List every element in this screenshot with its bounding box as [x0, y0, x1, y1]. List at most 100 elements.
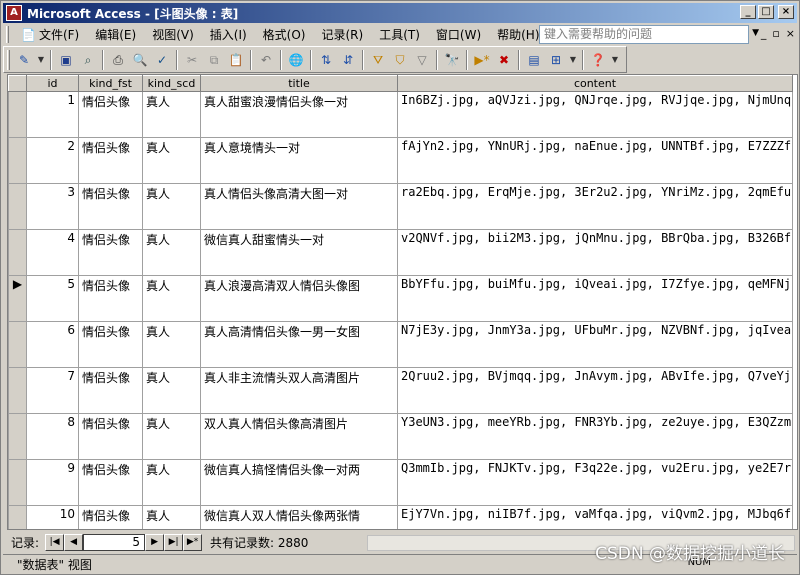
cell-kind-scd[interactable]: 真人	[142, 505, 201, 529]
cell-content[interactable]: ra2Ebq.jpg, ErqMje.jpg, 3Er2u2.jpg, YNri…	[397, 183, 793, 230]
table-row[interactable]: ▶ 5 情侣头像 真人 真人浪漫高清双人情侣头像图 BbYFfu.jpg, buiMfu.…	[8, 275, 793, 322]
next-record-button[interactable]: ▶	[145, 534, 165, 551]
cell-kind-fst[interactable]: 情侣头像	[78, 505, 143, 529]
apply-filter-icon[interactable]: ▽	[411, 49, 433, 71]
print-icon[interactable]: ⎙	[107, 49, 129, 71]
record-selector[interactable]	[8, 505, 27, 529]
cell-id[interactable]: 8	[26, 413, 79, 460]
cell-content[interactable]: Q3mmIb.jpg, FNJKTv.jpg, F3q22e.jpg, vu2E…	[397, 459, 793, 506]
sort-asc-icon[interactable]: ⇅	[315, 49, 337, 71]
filter-form-icon[interactable]: ⛉	[389, 49, 411, 71]
table-row[interactable]: 1 情侣头像 真人 真人甜蜜浪漫情侣头像一对 In6BZj.jpg, aQVJzi.jp…	[8, 91, 793, 138]
access-app-icon[interactable]: A	[6, 5, 22, 21]
cell-content[interactable]: EjY7Vn.jpg, niIB7f.jpg, vaMfqa.jpg, viQv…	[397, 505, 793, 529]
column-header-kind-fst[interactable]: kind_fst	[78, 75, 143, 92]
cell-id[interactable]: 10	[26, 505, 79, 529]
menu-window[interactable]: 窗口(W)	[428, 25, 489, 44]
current-record-input[interactable]: 5	[83, 534, 146, 551]
help-icon[interactable]: ❓	[587, 49, 609, 71]
new-object-icon[interactable]: ⊞	[545, 49, 567, 71]
undo-icon[interactable]: ↶	[255, 49, 277, 71]
cell-title[interactable]: 双人真人情侣头像高清图片	[200, 413, 398, 460]
cell-content[interactable]: Y3eUN3.jpg, meeYRb.jpg, FNR3Yb.jpg, ze2u…	[397, 413, 793, 460]
cell-id[interactable]: 5	[26, 275, 79, 322]
help-search-input[interactable]: 键入需要帮助的问题	[539, 25, 749, 44]
menubar-grip[interactable]	[6, 26, 9, 43]
mdi-restore-button[interactable]: ▫	[772, 27, 779, 40]
cell-id[interactable]: 1	[26, 91, 79, 138]
menu-file[interactable]: 📄 文件(F)	[13, 25, 87, 44]
hyperlink-icon[interactable]: 🌐	[285, 49, 307, 71]
cell-id[interactable]: 9	[26, 459, 79, 506]
record-selector[interactable]	[8, 459, 27, 506]
print-preview-icon[interactable]: 🔍	[129, 49, 151, 71]
table-row[interactable]: 10 情侣头像 真人 微信真人双人情侣头像两张情 EjY7Vn.jpg, niIB7f.…	[8, 505, 793, 529]
cell-id[interactable]: 3	[26, 183, 79, 230]
record-selector[interactable]	[8, 413, 27, 460]
search-icon[interactable]: ⌕	[77, 49, 99, 71]
new-object-dropdown-icon[interactable]: ▼	[567, 49, 579, 71]
menu-edit[interactable]: 编辑(E)	[87, 25, 144, 44]
cell-title[interactable]: 真人浪漫高清双人情侣头像图	[200, 275, 398, 322]
table-row[interactable]: 8 情侣头像 真人 双人真人情侣头像高清图片 Y3eUN3.jpg, meeYRb.jp…	[8, 413, 793, 460]
menu-records[interactable]: 记录(R)	[313, 25, 371, 44]
cell-kind-fst[interactable]: 情侣头像	[78, 459, 143, 506]
new-record-icon[interactable]: ▶*	[471, 49, 493, 71]
close-button[interactable]: ×	[778, 5, 794, 19]
cell-content[interactable]: BbYFfu.jpg, buiMfu.jpg, iQveai.jpg, I7Zf…	[397, 275, 793, 322]
column-header-title[interactable]: title	[200, 75, 398, 92]
select-all-corner[interactable]	[8, 75, 27, 92]
menu-tools[interactable]: 工具(T)	[371, 25, 428, 44]
first-record-button[interactable]: |◀	[45, 534, 65, 551]
table-row[interactable]: 2 情侣头像 真人 真人意境情头一对 fAjYn2.jpg, YNnURj.jpg, n…	[8, 137, 793, 184]
cell-kind-scd[interactable]: 真人	[142, 183, 201, 230]
cell-kind-fst[interactable]: 情侣头像	[78, 367, 143, 414]
sort-desc-icon[interactable]: ⇵	[337, 49, 359, 71]
cell-kind-scd[interactable]: 真人	[142, 229, 201, 276]
spell-check-icon[interactable]: ✓	[151, 49, 173, 71]
last-record-button[interactable]: ▶|	[164, 534, 184, 551]
design-view-icon[interactable]: ✎	[13, 49, 35, 71]
cell-kind-fst[interactable]: 情侣头像	[78, 229, 143, 276]
cell-kind-scd[interactable]: 真人	[142, 413, 201, 460]
record-selector[interactable]	[8, 137, 27, 184]
datasheet-grid[interactable]: id kind_fst kind_scd title content 1 情侣头像…	[7, 74, 798, 530]
cell-content[interactable]: v2QNVf.jpg, bii2M3.jpg, jQnMnu.jpg, BBrQ…	[397, 229, 793, 276]
find-icon[interactable]: 🔭	[441, 49, 463, 71]
new-record-button[interactable]: ▶*	[183, 534, 203, 551]
cell-title[interactable]: 真人非主流情头双人高清图片	[200, 367, 398, 414]
cell-id[interactable]: 4	[26, 229, 79, 276]
record-selector[interactable]	[8, 229, 27, 276]
cell-kind-scd[interactable]: 真人	[142, 367, 201, 414]
cell-kind-scd[interactable]: 真人	[142, 275, 201, 322]
record-selector[interactable]	[8, 367, 27, 414]
database-window-icon[interactable]: ▤	[523, 49, 545, 71]
record-selector[interactable]	[8, 183, 27, 230]
column-header-kind-scd[interactable]: kind_scd	[142, 75, 201, 92]
table-row[interactable]: 7 情侣头像 真人 真人非主流情头双人高清图片 2Qruu2.jpg, BVjmqq.j…	[8, 367, 793, 414]
cell-kind-fst[interactable]: 情侣头像	[78, 137, 143, 184]
cell-kind-fst[interactable]: 情侣头像	[78, 275, 143, 322]
cell-title[interactable]: 真人甜蜜浪漫情侣头像一对	[200, 91, 398, 138]
cell-title[interactable]: 真人高清情侣头像一男一女图	[200, 321, 398, 368]
cell-kind-scd[interactable]: 真人	[142, 321, 201, 368]
cell-kind-scd[interactable]: 真人	[142, 459, 201, 506]
cell-kind-fst[interactable]: 情侣头像	[78, 183, 143, 230]
cut-icon[interactable]: ✂	[181, 49, 203, 71]
menu-view[interactable]: 视图(V)	[144, 25, 202, 44]
record-selector[interactable]: ▶	[8, 275, 27, 322]
paste-icon[interactable]: 📋	[225, 49, 247, 71]
cell-title[interactable]: 真人意境情头一对	[200, 137, 398, 184]
mdi-close-button[interactable]: ×	[786, 27, 795, 40]
table-row[interactable]: 9 情侣头像 真人 微信真人搞怪情侣头像一对两 Q3mmIb.jpg, FNJKTv.j…	[8, 459, 793, 506]
table-row[interactable]: 6 情侣头像 真人 真人高清情侣头像一男一女图 N7jE3y.jpg, JnmY3a.j…	[8, 321, 793, 368]
view-dropdown-icon[interactable]: ▼	[35, 49, 47, 71]
mdi-minimize-button[interactable]: _	[761, 27, 767, 40]
help-dropdown-icon[interactable]: ▼	[752, 28, 759, 38]
cell-kind-fst[interactable]: 情侣头像	[78, 91, 143, 138]
menu-insert[interactable]: 插入(I)	[202, 25, 255, 44]
cell-kind-scd[interactable]: 真人	[142, 91, 201, 138]
save-icon[interactable]: ▣	[55, 49, 77, 71]
prev-record-button[interactable]: ◀	[64, 534, 84, 551]
cell-id[interactable]: 7	[26, 367, 79, 414]
